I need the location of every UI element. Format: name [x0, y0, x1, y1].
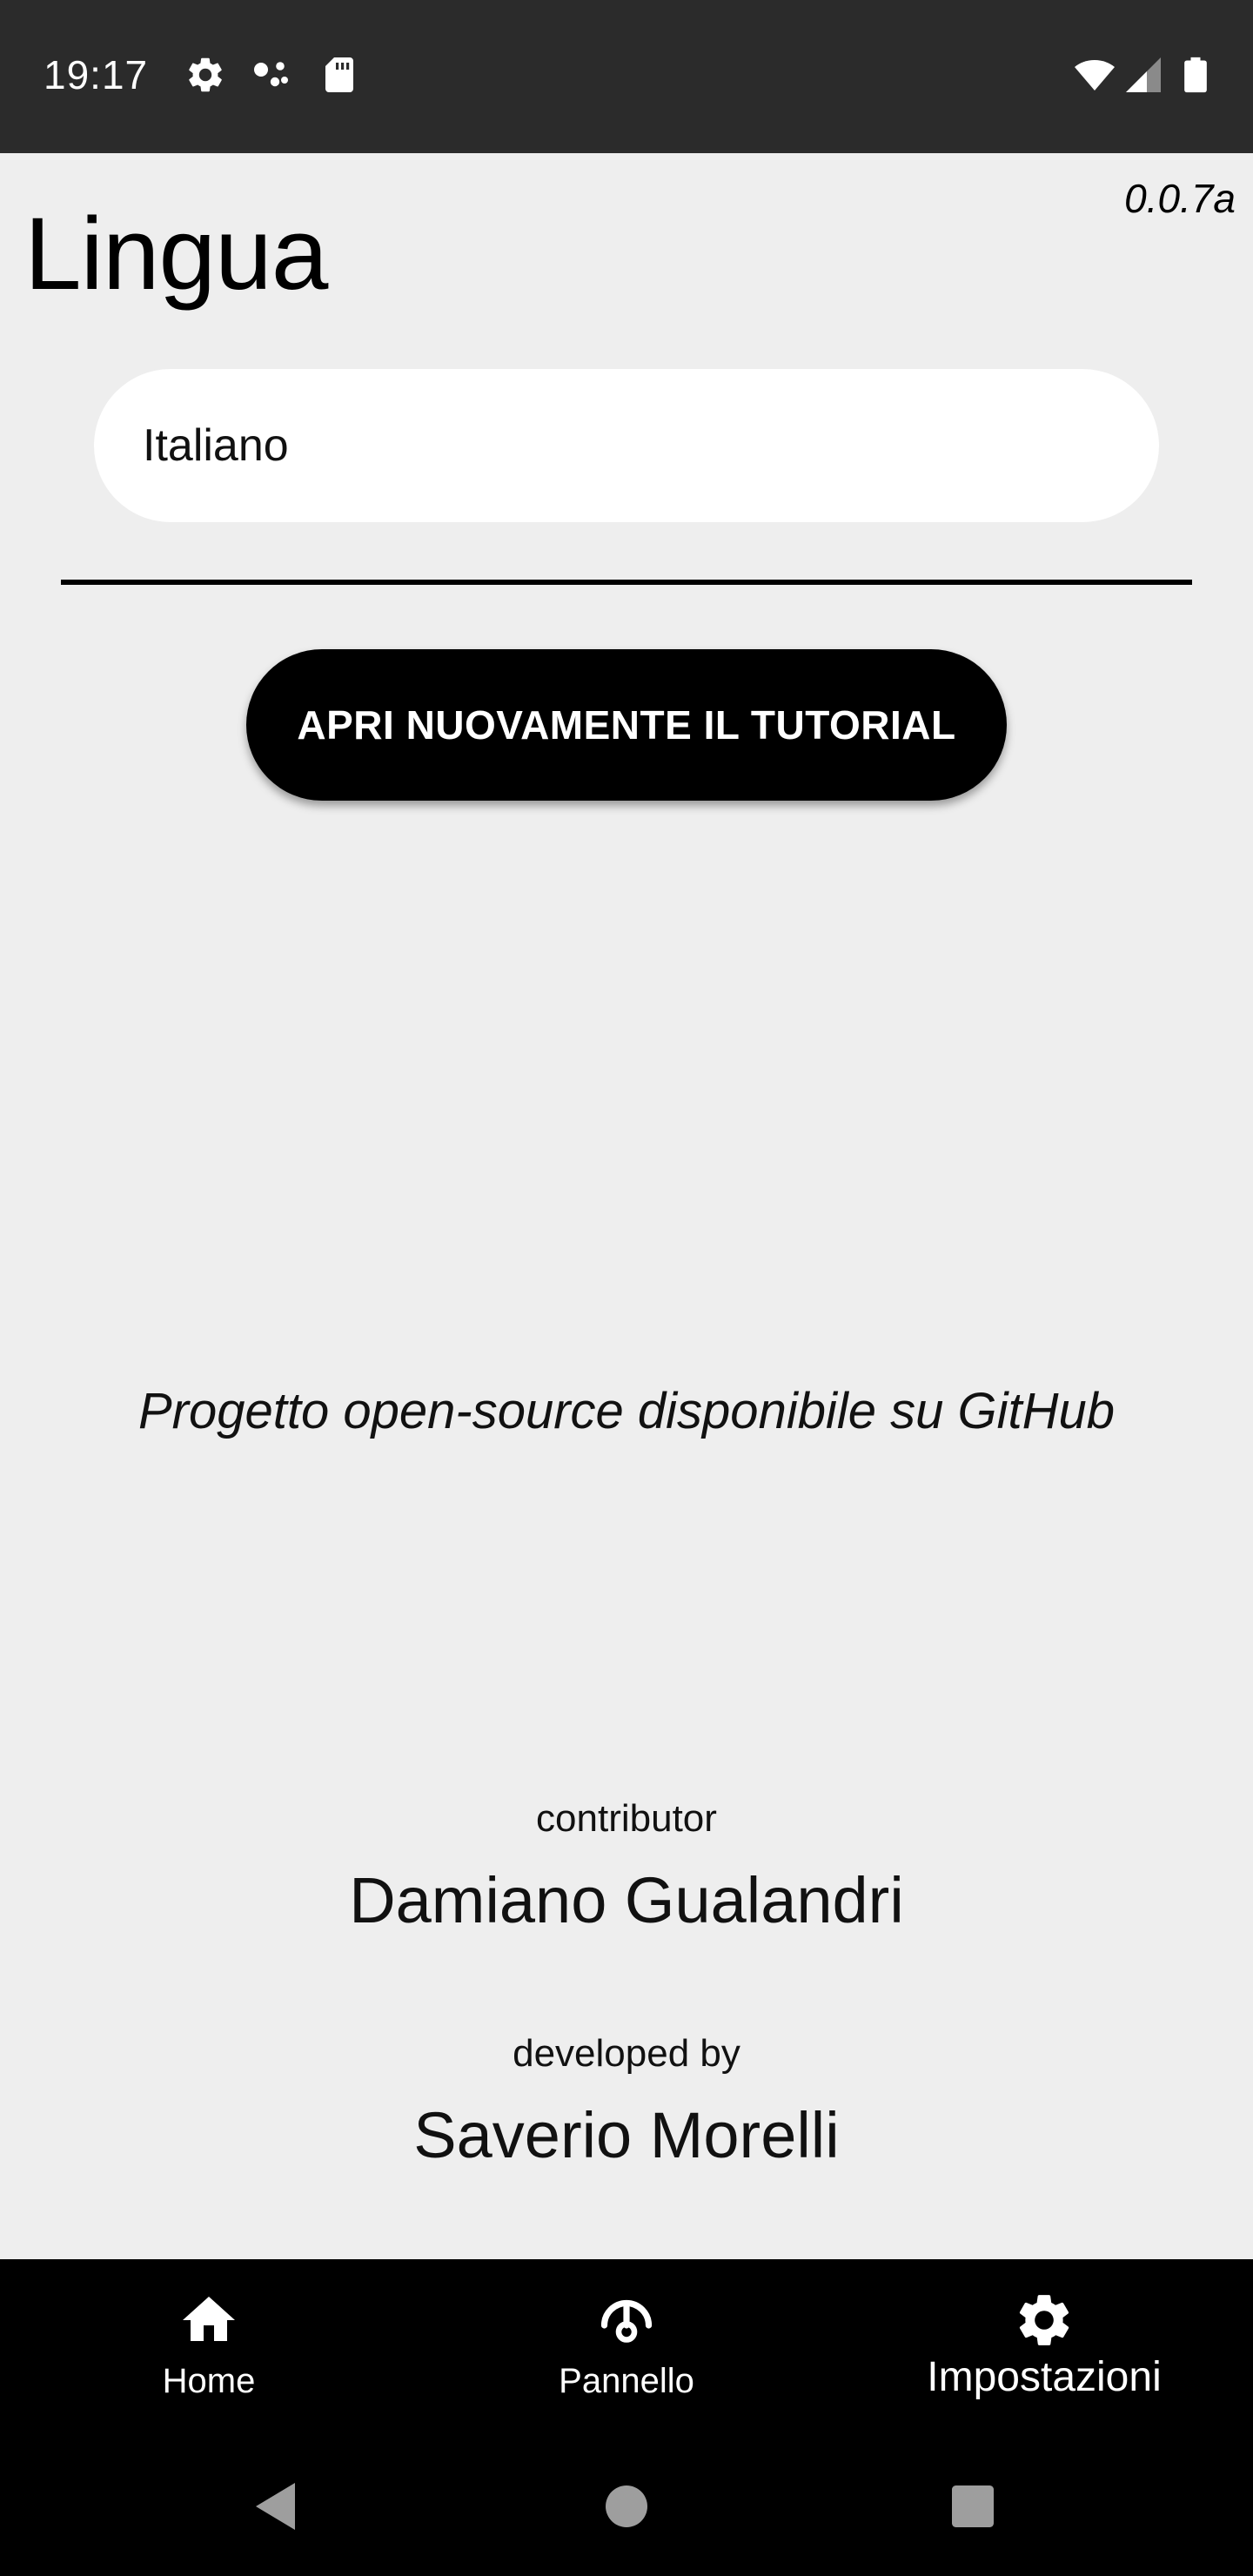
language-select-value: Italiano [143, 420, 289, 471]
bottom-navigation: Home Pannello Impostazioni [0, 2259, 1253, 2437]
language-select[interactable]: Italiano [94, 369, 1159, 522]
nav-item-home[interactable]: Home [0, 2259, 418, 2437]
nav-label-home: Home [162, 2362, 256, 2400]
gear-icon [1013, 2289, 1075, 2351]
assistant-dots-icon [251, 54, 292, 96]
recents-icon[interactable] [941, 2475, 1004, 2538]
wifi-icon [1070, 54, 1119, 96]
back-icon[interactable] [245, 2475, 308, 2538]
battery-icon [1176, 54, 1215, 96]
nav-item-pannello[interactable]: Pannello [418, 2259, 835, 2437]
gauge-icon [595, 2289, 658, 2351]
status-bar: 19:17 [0, 0, 1253, 153]
nav-label-impostazioni: Impostazioni [927, 2354, 1162, 2400]
reopen-tutorial-button[interactable]: APRI NUOVAMENTE IL TUTORIAL [246, 649, 1007, 801]
home-circle-icon[interactable] [595, 2475, 658, 2538]
github-project-note: Progetto open-source disponibile su GitH… [138, 1383, 1115, 1439]
reopen-tutorial-label: APRI NUOVAMENTE IL TUTORIAL [297, 702, 956, 748]
developer-label: developed by [513, 2032, 740, 2075]
status-time: 19:17 [44, 52, 149, 97]
contributor-name: Damiano Gualandri [349, 1864, 904, 1936]
home-icon [178, 2289, 240, 2351]
nav-label-pannello: Pannello [559, 2362, 694, 2400]
sd-card-icon [318, 54, 360, 96]
divider [61, 580, 1192, 585]
signal-icon [1122, 54, 1164, 96]
page-title: Lingua [24, 197, 328, 312]
version-label: 0.0.7a [1124, 176, 1236, 221]
nav-item-impostazioni[interactable]: Impostazioni [835, 2259, 1253, 2437]
system-navigation-bar [0, 2437, 1253, 2576]
developer-name: Saverio Morelli [413, 2099, 840, 2171]
contributor-label: contributor [536, 1797, 717, 1840]
gear-icon [184, 54, 226, 96]
